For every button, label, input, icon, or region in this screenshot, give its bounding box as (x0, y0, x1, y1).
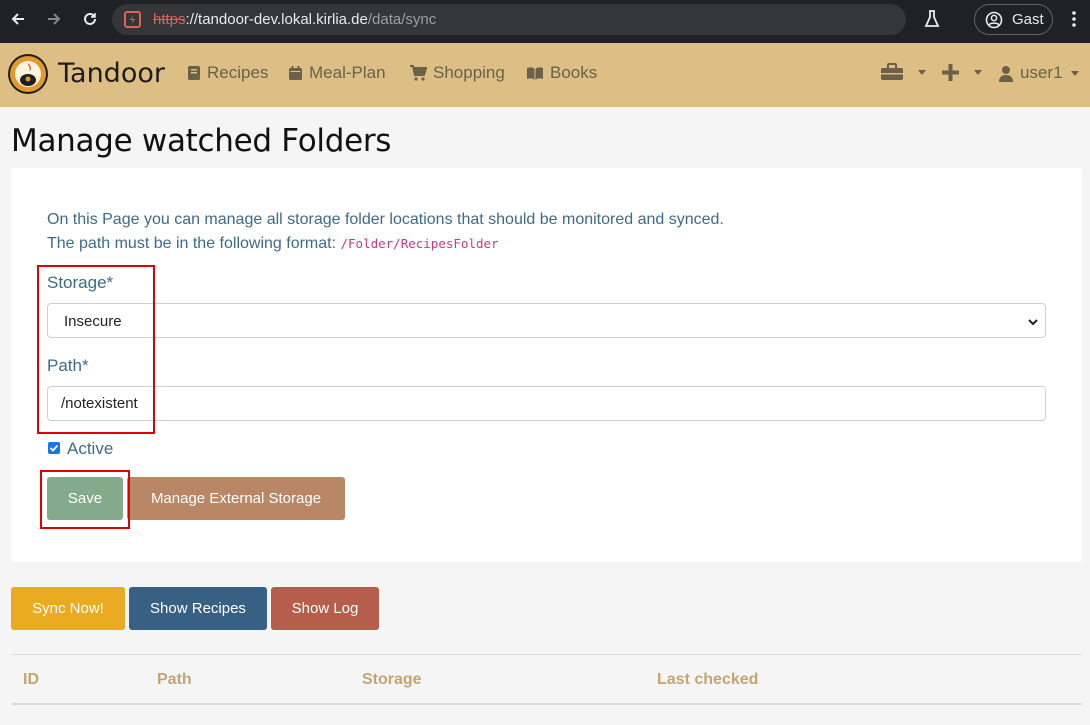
show-log-button[interactable]: Show Log (271, 587, 379, 630)
column-header-last-checked[interactable]: Last checked (657, 671, 758, 689)
column-header-path[interactable]: Path (157, 671, 192, 689)
column-header-id[interactable]: ID (23, 671, 39, 689)
brand-name[interactable]: Tandoor (58, 58, 165, 89)
nav-item-books[interactable]: Books (526, 63, 597, 83)
chevron-down-icon (918, 69, 926, 75)
intro-text-line2: The path must be in the following format… (47, 235, 499, 253)
calendar-icon (289, 66, 302, 80)
path-input[interactable]: /notexistent (47, 386, 1046, 421)
tandoor-logo[interactable] (8, 54, 48, 94)
manage-external-storage-button[interactable]: Manage External Storage (127, 477, 345, 520)
browser-toolbar: https://tandoor-dev.lokal.kirlia.de/data… (0, 0, 1090, 43)
checkmark-icon (49, 444, 59, 452)
page-title: Manage watched Folders (11, 123, 392, 159)
add-menu[interactable] (941, 63, 982, 82)
nav-label-books: Books (550, 63, 598, 82)
active-checkbox[interactable] (48, 442, 60, 454)
highlight-box-save (40, 470, 130, 529)
back-icon[interactable] (8, 9, 28, 29)
chevron-down-icon (1027, 315, 1039, 333)
sync-now-button[interactable]: Sync Now! (11, 587, 125, 630)
app-navbar: Tandoor Recipes Meal-Plan Shopping Books… (0, 43, 1090, 107)
forward-icon[interactable] (44, 9, 64, 29)
active-label: Active (67, 439, 114, 458)
storage-select[interactable]: Insecure (47, 303, 1046, 338)
labs-icon[interactable] (922, 9, 942, 29)
toolbox-menu[interactable] (880, 63, 926, 81)
chevron-down-icon (974, 70, 982, 75)
intro-text: The path must be in the following format… (47, 235, 341, 252)
open-book-icon (527, 66, 543, 80)
profile-button[interactable]: Gast (974, 4, 1053, 35)
user-label: user1 (1020, 63, 1063, 82)
address-bar[interactable]: https://tandoor-dev.lokal.kirlia.de/data… (112, 4, 906, 35)
reload-icon[interactable] (80, 9, 100, 29)
user-icon (999, 65, 1013, 82)
chevron-down-icon (1070, 70, 1079, 76)
menu-icon[interactable] (1064, 9, 1084, 29)
url-text: https://tandoor-dev.lokal.kirlia.de/data… (153, 11, 437, 28)
nav-item-shopping[interactable]: Shopping (409, 63, 505, 83)
toolbox-icon (881, 63, 903, 80)
intro-text-line1: On this Page you can manage all storage … (47, 211, 724, 228)
highlight-box-fields (37, 265, 155, 434)
profile-label: Gast (1012, 11, 1044, 28)
nav-label-recipes: Recipes (207, 63, 269, 82)
user-menu[interactable]: user1 (998, 63, 1079, 83)
nav-item-meal-plan[interactable]: Meal-Plan (288, 63, 386, 83)
nav-label-meal-plan: Meal-Plan (309, 63, 386, 82)
site-info-icon[interactable] (124, 11, 141, 28)
show-recipes-button[interactable]: Show Recipes (129, 587, 267, 630)
nav-item-recipes[interactable]: Recipes (187, 63, 268, 83)
plus-icon (942, 64, 959, 81)
sync-table-header: ID Path Storage Last checked (11, 654, 1082, 705)
nav-label-shopping: Shopping (433, 63, 505, 82)
profile-icon (985, 11, 1003, 34)
path-format-code: /Folder/RecipesFolder (340, 236, 499, 251)
cart-icon (410, 65, 427, 81)
column-header-storage[interactable]: Storage (362, 671, 422, 689)
book-icon (188, 66, 200, 80)
